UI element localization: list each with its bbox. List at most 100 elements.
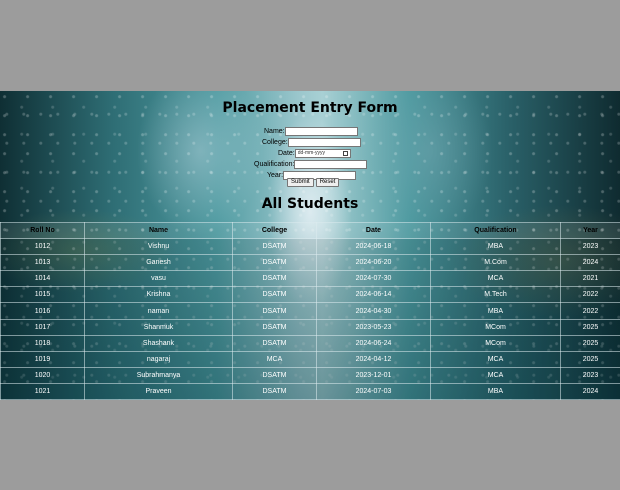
table-cell: Krishna xyxy=(84,286,233,304)
table-cell: M.Tech xyxy=(430,286,561,304)
calendar-icon[interactable] xyxy=(342,150,348,156)
table-cell: DSATM xyxy=(232,286,317,304)
name-row: Name: xyxy=(264,126,358,136)
table-cell: 2023-05-23 xyxy=(316,318,431,336)
table-cell: 1019 xyxy=(0,350,85,368)
table-cell: Shanmuk xyxy=(84,318,233,336)
table-cell: DSATM xyxy=(232,238,317,256)
table-row: 1016 naman DSATM 2024-04-30 MBA 2022 xyxy=(0,302,620,320)
table-cell: 1013 xyxy=(0,254,85,272)
column-header: Year xyxy=(560,221,620,240)
column-header: Qualification xyxy=(430,221,561,240)
date-placeholder: dd-mm-yyyy xyxy=(297,150,325,156)
college-row: College: xyxy=(262,137,361,147)
table-cell: MBA xyxy=(430,238,561,256)
name-input[interactable] xyxy=(284,126,358,136)
table-cell: 1015 xyxy=(0,286,85,304)
table-cell: Ganesh xyxy=(84,254,233,272)
table-cell: 1020 xyxy=(0,366,85,384)
table-cell: 2022 xyxy=(560,302,620,320)
students-table: Roll No Name College Date Qualification Year … xyxy=(0,221,620,400)
table-cell: DSATM xyxy=(232,254,317,272)
qualification-row: Qualification: xyxy=(254,159,368,169)
table-row: 1015 Krishna DSATM 2024-06-14 M.Tech 2022 xyxy=(0,286,620,304)
table-row: 1017 Shanmuk DSATM 2023-05-23 MCom 2025 xyxy=(0,318,620,336)
table-cell: DSATM xyxy=(232,302,317,320)
date-label: Date: xyxy=(278,149,295,157)
table-cell: 2024-06-18 xyxy=(316,238,431,256)
table-cell: 1018 xyxy=(0,334,85,352)
table-cell: 2025 xyxy=(560,318,620,336)
qualification-input[interactable] xyxy=(294,159,368,169)
table-cell: MCA xyxy=(430,366,561,384)
table-header-row: Roll No Name College Date Qualification Year xyxy=(0,221,620,240)
table-row: 1013 Ganesh DSATM 2024-06-20 M.Com 2024 xyxy=(0,254,620,272)
table-cell: 2024-04-12 xyxy=(316,350,431,368)
table-cell: 1014 xyxy=(0,270,85,288)
table-row: 1018 Shashank DSATM 2024-06-24 MCom 2025 xyxy=(0,334,620,352)
table-cell: 1012 xyxy=(0,238,85,256)
college-label: College: xyxy=(262,138,288,146)
table-cell: MCA xyxy=(232,350,317,368)
column-header: Name xyxy=(84,221,233,240)
table-cell: 2024-06-20 xyxy=(316,254,431,272)
table-row: 1012 Vishnu DSATM 2024-06-18 MBA 2023 xyxy=(0,238,620,256)
column-header: College xyxy=(232,221,317,240)
table-cell: 2025 xyxy=(560,350,620,368)
form-title: Placement Entry Form xyxy=(222,100,398,116)
table-cell: 2024 xyxy=(560,254,620,272)
table-row: 1014 vasu DSATM 2024-07-30 MCA 2021 xyxy=(0,270,620,288)
table-cell: vasu xyxy=(84,270,233,288)
table-cell: nagaraj xyxy=(84,350,233,368)
table-cell: 1016 xyxy=(0,302,85,320)
table-cell: 2025 xyxy=(560,334,620,352)
table-cell: MCA xyxy=(430,350,561,368)
column-header: Date xyxy=(316,221,431,240)
table-cell: DSATM xyxy=(232,270,317,288)
table-cell: MCom xyxy=(430,334,561,352)
qualification-label: Qualification: xyxy=(254,160,295,168)
table-cell: 2024-04-30 xyxy=(316,302,431,320)
year-label: Year: xyxy=(267,171,284,179)
table-cell: 1021 xyxy=(0,382,85,400)
table-cell: 2024-06-14 xyxy=(316,286,431,304)
page-background: Placement Entry Form Name: College: Date… xyxy=(0,91,620,400)
table-row: 1019 nagaraj MCA 2024-04-12 MCA 2025 xyxy=(0,350,620,368)
college-input[interactable] xyxy=(287,137,361,147)
table-cell: MBA xyxy=(430,382,561,400)
table-cell: 1017 xyxy=(0,318,85,336)
table-cell: 2023 xyxy=(560,238,620,256)
table-body: 1012 Vishnu DSATM 2024-06-18 MBA 2023 1013 Gane… xyxy=(0,238,620,400)
table-cell: 2022 xyxy=(560,286,620,304)
students-title: All Students xyxy=(261,196,359,212)
submit-button[interactable]: Submit xyxy=(287,178,314,187)
table-cell: MCA xyxy=(430,270,561,288)
table-cell: 2024-06-24 xyxy=(316,334,431,352)
date-input[interactable]: dd-mm-yyyy xyxy=(294,148,351,158)
table-cell: Subrahmanya xyxy=(84,366,233,384)
table-cell: 2024-07-30 xyxy=(316,270,431,288)
table-cell: 2024 xyxy=(560,382,620,400)
table-cell: Shashank xyxy=(84,334,233,352)
table-cell: DSATM xyxy=(232,318,317,336)
reset-button[interactable]: Reset xyxy=(315,178,340,187)
column-header: Roll No xyxy=(0,221,85,240)
table-cell: Vishnu xyxy=(84,238,233,256)
table-cell: M.Com xyxy=(430,254,561,272)
table-cell: Praveen xyxy=(84,382,233,400)
date-row: Date: dd-mm-yyyy xyxy=(278,148,351,158)
table-cell: 2021 xyxy=(560,270,620,288)
form-buttons: Submit Reset xyxy=(287,178,340,187)
table-row: 1021 Praveen DSATM 2024-07-03 MBA 2024 xyxy=(0,382,620,400)
table-cell: DSATM xyxy=(232,366,317,384)
table-cell: MCom xyxy=(430,318,561,336)
table-cell: MBA xyxy=(430,302,561,320)
name-label: Name: xyxy=(264,127,285,135)
table-cell: 2024-07-03 xyxy=(316,382,431,400)
table-cell: naman xyxy=(84,302,233,320)
table-cell: 2023 xyxy=(560,366,620,384)
table-cell: 2023-12-01 xyxy=(316,366,431,384)
table-row: 1020 Subrahmanya DSATM 2023-12-01 MCA 2023 xyxy=(0,366,620,384)
table-cell: DSATM xyxy=(232,382,317,400)
table-cell: DSATM xyxy=(232,334,317,352)
